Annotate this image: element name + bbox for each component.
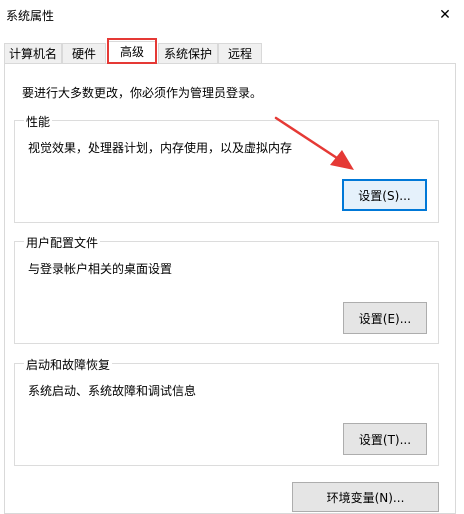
performance-settings-button[interactable]: 设置(S)... [342, 179, 427, 211]
tab-system-protection[interactable]: 系统保护 [158, 43, 218, 63]
performance-description: 视觉效果，处理器计划，内存使用，以及虚拟内存 [28, 141, 293, 155]
user-profiles-settings-button[interactable]: 设置(E)... [343, 302, 427, 334]
user-profiles-description: 与登录帐户相关的桌面设置 [28, 262, 173, 276]
tab-hardware[interactable]: 硬件 [62, 43, 106, 63]
user-profiles-group-title: 用户配置文件 [24, 234, 101, 251]
window-title: 系统属性 [6, 9, 55, 23]
admin-note: 要进行大多数更改，你必须作为管理员登录。 [22, 86, 263, 100]
startup-recovery-settings-button[interactable]: 设置(T)... [343, 423, 427, 455]
startup-recovery-group-title: 启动和故障恢复 [24, 356, 113, 373]
tab-strip: 计算机名 硬件 高级 系统保护 远程 [0, 41, 464, 64]
tab-remote[interactable]: 远程 [218, 43, 262, 63]
performance-group-title: 性能 [24, 113, 53, 130]
title-bar: 系统属性 ✕ [0, 0, 464, 30]
tab-advanced[interactable]: 高级 [107, 41, 157, 64]
close-icon[interactable]: ✕ [426, 0, 464, 30]
environment-variables-button[interactable]: 环境变量(N)... [292, 482, 439, 512]
tab-computer-name[interactable]: 计算机名 [4, 43, 62, 63]
startup-recovery-description: 系统启动、系统故障和调试信息 [28, 384, 197, 398]
